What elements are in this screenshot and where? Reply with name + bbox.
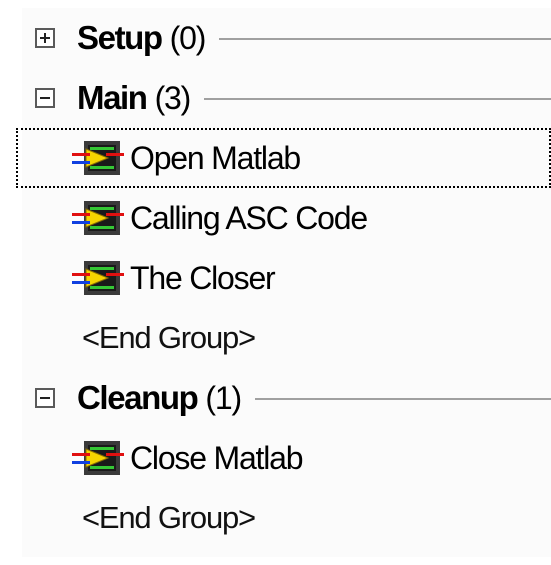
group-count: (0): [169, 19, 207, 56]
matlab-step-icon: [72, 441, 124, 475]
group-count: (3): [154, 79, 192, 116]
end-group-label: <End Group>: [82, 320, 256, 355]
step-close-matlab[interactable]: Close Matlab: [22, 428, 551, 488]
group-header-setup[interactable]: Setup (0): [22, 8, 551, 68]
collapse-icon[interactable]: [35, 388, 55, 408]
step-label: Open Matlab: [130, 139, 301, 176]
expand-icon[interactable]: [35, 28, 55, 48]
step-open-matlab[interactable]: Open Matlab: [16, 128, 551, 188]
group-header-cleanup[interactable]: Cleanup (1): [22, 368, 551, 428]
matlab-step-icon: [72, 261, 124, 295]
group-divider: [204, 98, 551, 100]
matlab-step-icon: [72, 201, 124, 235]
end-group-cleanup[interactable]: <End Group>: [22, 488, 551, 548]
group-name: Setup: [77, 19, 163, 56]
group-header-main[interactable]: Main (3): [22, 68, 551, 128]
end-group-label: <End Group>: [82, 500, 256, 535]
step-calling-asc-code[interactable]: Calling ASC Code: [22, 188, 551, 248]
group-name: Main: [77, 79, 148, 116]
matlab-step-icon: [72, 141, 124, 175]
collapse-icon[interactable]: [35, 88, 55, 108]
end-group-main[interactable]: <End Group>: [22, 308, 551, 368]
sequence-tree: Setup (0) Main (3) Open Matlab Calling A…: [16, 8, 551, 557]
group-divider: [254, 398, 551, 400]
step-label: The Closer: [130, 259, 276, 296]
group-name: Cleanup: [77, 379, 199, 416]
step-label: Calling ASC Code: [130, 199, 368, 236]
group-divider: [219, 38, 551, 40]
step-the-closer[interactable]: The Closer: [22, 248, 551, 308]
step-label: Close Matlab: [130, 439, 304, 476]
group-count: (1): [205, 379, 242, 416]
